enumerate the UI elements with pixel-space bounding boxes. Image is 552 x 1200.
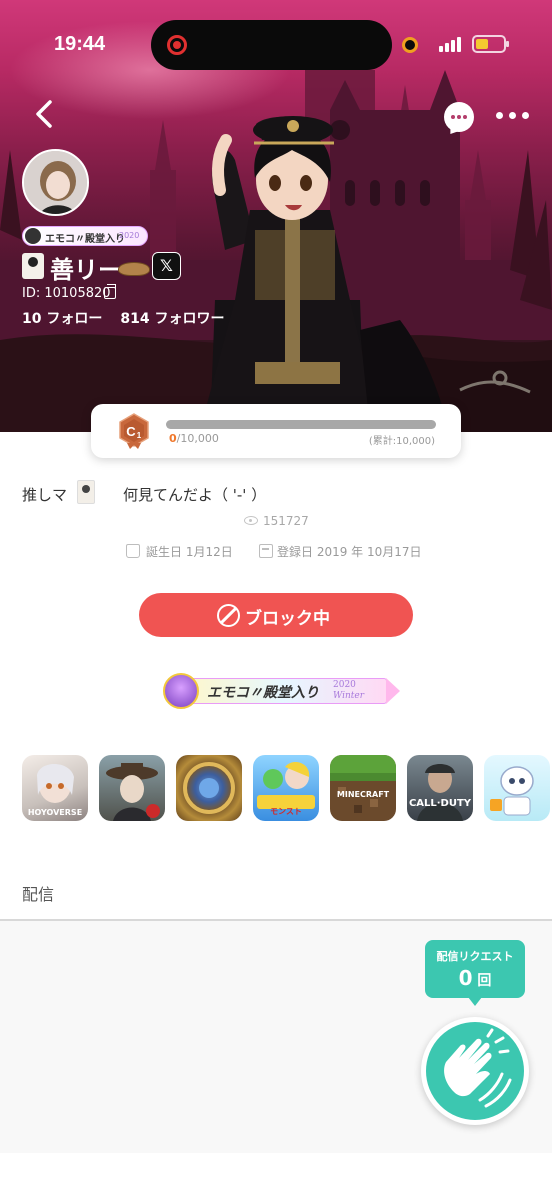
cellular-signal-icon <box>439 36 465 52</box>
followers-count[interactable]: 814 フォロワー <box>120 308 224 328</box>
stream-request-label: 配信リクエスト <box>436 950 514 963</box>
chat-bubble-icon <box>451 115 467 119</box>
svg-text:C: C <box>126 424 136 439</box>
user-id: ID: 10105820 <box>22 286 111 301</box>
badge-avatar-icon <box>24 227 42 245</box>
more-options-button[interactable] <box>496 110 530 124</box>
battery-icon <box>472 35 509 53</box>
clock: 19:44 <box>54 33 106 55</box>
bio-text: 何見てんだよ（ '-' ） <box>123 486 267 504</box>
hall-badge-year: 2020 <box>333 680 356 690</box>
status-bar: 19:44 <box>0 0 552 90</box>
xp-current: 0/10,000 <box>169 432 219 445</box>
copy-icon[interactable] <box>104 284 116 299</box>
stream-request-count: 0 回 <box>458 966 492 990</box>
eye-icon <box>244 516 258 525</box>
chevron-left-icon <box>36 100 52 128</box>
rank-badge-icon: C 1 <box>119 413 149 449</box>
stream-request-tooltip: 配信リクエスト 0 回 <box>425 940 525 1006</box>
camera-indicator-icon <box>402 37 418 53</box>
svg-text:1: 1 <box>137 431 142 440</box>
call-of-duty-icon <box>417 764 463 821</box>
hedgehog-icon <box>118 262 150 276</box>
registered-date: 登録日 2019 年 10月17日 <box>277 545 422 559</box>
follow-stats: 10 フォロー 814 フォロワー <box>22 308 224 328</box>
game-icon-hoyoverse[interactable]: HOYOVERSE <box>22 755 88 821</box>
game-icon-robot[interactable] <box>484 755 550 821</box>
card-character-icon <box>22 253 44 279</box>
badge-avatar-icon <box>163 673 199 709</box>
stream-request-button[interactable] <box>421 1017 529 1125</box>
hall-badge-small-label: エモコ〃殿堂入り <box>45 234 125 245</box>
game-icon-hearthstone[interactable] <box>176 755 242 821</box>
screen-recording-icon <box>167 35 187 55</box>
hall-badge-title: エモコ〃殿堂入り <box>207 685 319 701</box>
identity-v-icon <box>106 763 160 821</box>
streaming-section-title: 配信 <box>22 885 55 904</box>
birthday: 誕生日 1月12日 <box>146 545 233 559</box>
xp-progress-bar <box>166 420 436 429</box>
robot-character-icon <box>490 766 534 816</box>
following-count[interactable]: 10 フォロー <box>22 308 102 328</box>
profile-avatar[interactable] <box>22 149 89 216</box>
hall-badge-season: Winter <box>333 691 365 701</box>
game-icon-monster-strike[interactable]: モンスト <box>253 755 319 821</box>
block-icon <box>217 604 240 627</box>
username: 善リー <box>50 256 122 284</box>
dynamic-island <box>151 20 392 70</box>
message-button[interactable] <box>444 102 474 132</box>
bio-prefix: 推しマ <box>22 486 68 504</box>
hall-of-fame-badge[interactable]: エモコ〃殿堂入り 2020 Winter <box>163 671 400 709</box>
played-games-list: HOYOVERSE モンスト MINECRAFT CALL·DUTY <box>22 755 552 821</box>
xp-total: (累計:10,000) <box>368 436 435 447</box>
game-icon-identity-v[interactable] <box>99 755 165 821</box>
blocked-label: ブロック中 <box>245 609 330 629</box>
birthday-cake-icon <box>126 544 140 558</box>
battery-level <box>476 39 488 49</box>
bio-card-icon <box>77 480 95 504</box>
view-count: 151727 <box>263 514 309 528</box>
back-button[interactable] <box>28 96 64 132</box>
x-link-button[interactable]: 𝕏 <box>152 252 181 280</box>
hearthstone-icon <box>183 762 235 814</box>
minecraft-icon <box>330 755 396 813</box>
game-icon-minecraft[interactable]: MINECRAFT <box>330 755 396 821</box>
hall-of-fame-badge-small[interactable]: エモコ〃殿堂入り 2020 <box>22 226 148 246</box>
profile-dates: 誕生日 1月12日 登録日 2019 年 10月17日 <box>126 543 446 561</box>
hall-badge-small-year: 2020 <box>119 231 140 240</box>
game-icon-call-of-duty[interactable]: CALL·DUTY <box>407 755 473 821</box>
calendar-icon <box>259 544 273 558</box>
level-card: C 1 0/10,000 (累計:10,000) <box>91 404 461 458</box>
blocked-button[interactable]: ブロック中 <box>139 593 413 637</box>
profile-header-background: 19:44 エモコ〃殿堂入り 2020 善リー 𝕏 ID: 10105820 1… <box>0 0 552 432</box>
clapping-hands-icon <box>444 1028 512 1108</box>
